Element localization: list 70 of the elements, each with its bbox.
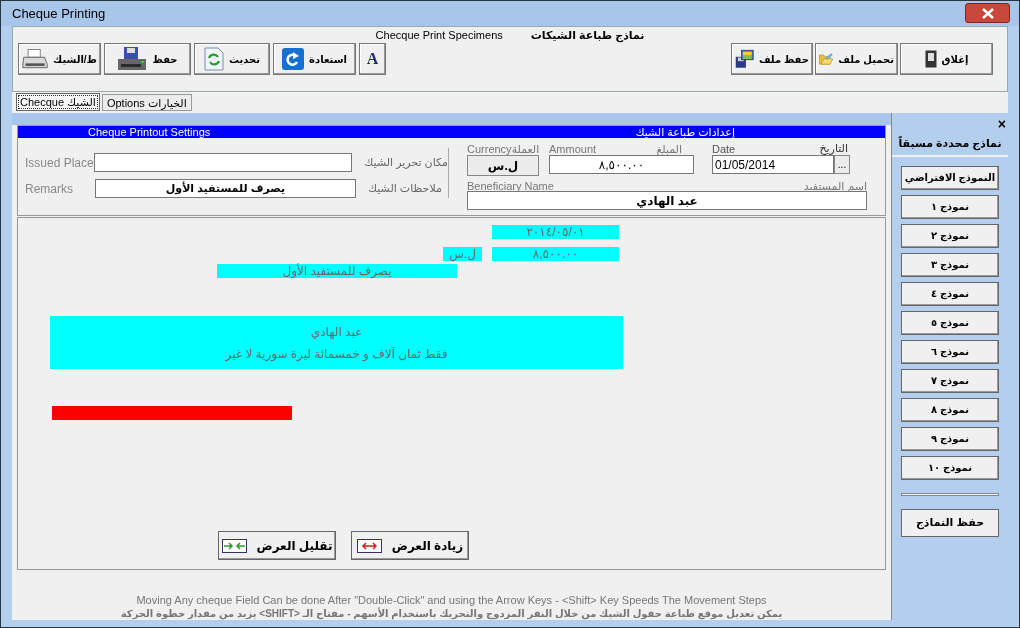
date-field[interactable]: 01/05/2014 (712, 155, 834, 174)
field-label: Currency (467, 142, 512, 155)
header-title: نماذج طباعة الشيكات (530, 28, 645, 44)
font-button[interactable]: A (359, 43, 386, 76)
close-icon (981, 7, 994, 19)
field-label: Date (712, 142, 736, 155)
amount-field[interactable]: ٨,٥٠٠.٠٠ (549, 155, 694, 174)
template-button[interactable]: نموذج ٣ (901, 252, 999, 277)
field-label: ملاحظات الشيك (368, 181, 442, 197)
field-label: التاريخ (819, 141, 849, 155)
currency-button[interactable]: ل.س (467, 155, 539, 176)
date-picker-button[interactable]: ... (834, 155, 850, 174)
hint-text: Moving Any cheque Field Can be done After "Double-Click" and using the Arrow Keys - <Shift> Key Speeds The Movement Steps (136, 594, 767, 607)
field-text: عبد الهادي (310, 325, 363, 338)
window-title: Cheque Printing (12, 4, 106, 23)
refresh-button[interactable]: تحديث (194, 43, 270, 76)
template-button[interactable]: نموذج ٦ (901, 339, 999, 364)
arrows-inward-icon (221, 538, 247, 553)
arrows-outward-icon (356, 538, 382, 553)
field-text: فقط ثمان آلاف و خمسمائة ليرة سورية لا غير (225, 347, 448, 360)
field-text: ل.س (449, 248, 476, 260)
door-icon (924, 50, 937, 69)
close-button[interactable]: إغلاق (900, 43, 993, 76)
beneficiary-field[interactable]: عبد الهادي (467, 191, 867, 210)
input-field[interactable] (94, 153, 353, 172)
field-label: Beneficiary Name (467, 179, 554, 191)
save-file-button[interactable]: حفظ ملف (731, 43, 813, 76)
header-title: Checque Print Specimens (375, 28, 503, 43)
increase-width-button[interactable]: زيادة العرض (351, 531, 469, 560)
cheque-field[interactable]: عبد الهادي فقط ثمان آلاف و خمسمائة ليرة سورية لا غير (50, 316, 623, 369)
template-button[interactable]: نموذج ١ (901, 194, 999, 219)
cheque-field[interactable]: يصرف للمستفيد الأول (217, 264, 457, 278)
template-button[interactable]: نموذج ٢ (901, 223, 999, 248)
template-button[interactable]: النموذج الافتراضي (901, 165, 999, 190)
decrease-width-button[interactable]: تقليل العرض (218, 531, 336, 560)
disk-printer-icon (117, 46, 148, 73)
settings-title: Cheque Printout Settings (88, 126, 211, 138)
settings-title: إعدادات طباعة الشيك (635, 126, 735, 138)
cheque-field[interactable]: ل.س (443, 247, 482, 261)
field-text: ٢٠١٤/٠٥/٠١ (526, 226, 585, 238)
template-button[interactable]: نموذج ٥ (901, 310, 999, 335)
marker-bar[interactable] (52, 406, 292, 420)
save-templates-button[interactable]: حفظ النماذج (901, 508, 999, 537)
field-label: مكان تحرير الشيك (364, 155, 448, 171)
template-button[interactable]: نموذج ٧ (901, 368, 999, 393)
print-button[interactable]: ط/الشيك (18, 43, 101, 76)
field-label: Remarks (25, 180, 74, 198)
template-button[interactable]: نموذج ٨ (901, 397, 999, 422)
sidebar-title: نماذج محددة مسبقاً (892, 135, 1008, 157)
template-button[interactable]: نموذج ٩ (901, 426, 999, 451)
field-text: ٨,٥٠٠.٠٠ (532, 248, 579, 260)
template-button[interactable]: نموذج ١٠ (901, 455, 999, 480)
save-button[interactable]: حفظ (104, 43, 191, 76)
refresh-icon (203, 47, 224, 72)
tab[interactable]: Options الخيارات (101, 94, 192, 111)
template-button[interactable]: نموذج ٤ (901, 281, 999, 306)
input-field[interactable]: يصرف للمستفيد الأول (95, 179, 356, 198)
cheque-field[interactable]: ٨,٥٠٠.٠٠ (492, 247, 619, 261)
hint-text: يمكن تعديل موقع طباعة حقول الشيك من خلال النقر المزدوج والتحريك باستخدام الأسهم - مفتاح الـ <SHIFT> يزيد من مقدار خطوة الحركة (120, 607, 783, 620)
field-label: Ammount (549, 142, 597, 155)
cheque-field[interactable]: ٢٠١٤/٠٥/٠١ (492, 225, 619, 239)
redo-icon (282, 48, 305, 71)
field-label: العملة (511, 142, 540, 155)
restore-button[interactable]: استعادة (273, 43, 356, 76)
close-button[interactable] (965, 3, 1010, 23)
open-file-button[interactable]: تحميل ملف (815, 43, 898, 76)
close-icon[interactable]: × (997, 117, 1006, 131)
field-label: Issued Place (25, 154, 95, 172)
tab[interactable]: Checque الشيك (16, 93, 100, 111)
field-text: يصرف للمستفيد الأول (282, 265, 392, 277)
